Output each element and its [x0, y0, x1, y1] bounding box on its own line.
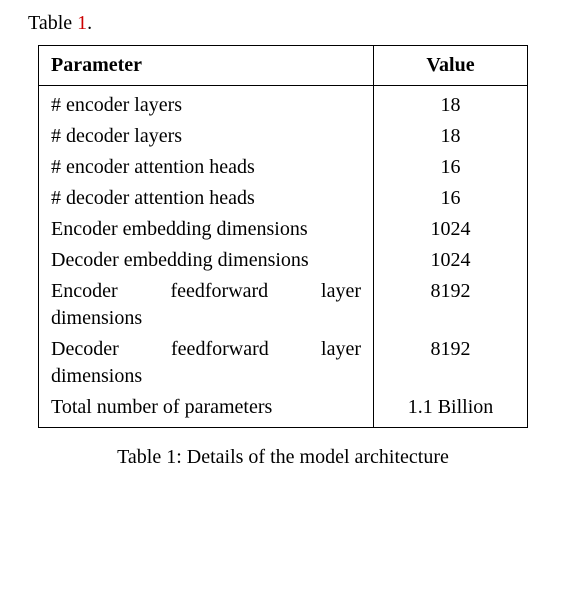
header-value: Value	[374, 46, 528, 86]
param-cell: Total number of parameters	[39, 392, 374, 428]
table-ref-number: 1	[77, 12, 87, 34]
table-row: # encoder attention heads 16	[39, 152, 528, 183]
param-cell: Decoder feedforward layer dimensions	[39, 334, 374, 392]
table-row: Decoder embedding dimen­sions 1024	[39, 245, 528, 276]
table-row: # decoder layers 18	[39, 121, 528, 152]
table-row: Decoder feedforward layer dimensions 819…	[39, 334, 528, 392]
pretext-prefix: Table	[28, 12, 77, 34]
table-reference-line: Table 1.	[28, 12, 538, 35]
param-cell: # encoder attention heads	[39, 152, 374, 183]
value-cell: 8192	[374, 334, 528, 392]
param-cell: # decoder attention heads	[39, 183, 374, 214]
value-cell: 16	[374, 152, 528, 183]
param-cell: Decoder embedding dimen­sions	[39, 245, 374, 276]
table-row: # encoder layers 18	[39, 86, 528, 122]
value-cell: 1024	[374, 245, 528, 276]
value-cell: 1024	[374, 214, 528, 245]
value-cell: 8192	[374, 276, 528, 334]
header-parameter: Parameter	[39, 46, 374, 86]
param-cell: # decoder layers	[39, 121, 374, 152]
table-row: Total number of parameters 1.1 Billion	[39, 392, 528, 428]
table-row: Encoder feedforward layer dimensions 819…	[39, 276, 528, 334]
param-cell: Encoder feedforward layer dimensions	[39, 276, 374, 334]
table-row: # decoder attention heads 16	[39, 183, 528, 214]
value-cell: 18	[374, 121, 528, 152]
pretext-suffix: .	[87, 12, 92, 34]
value-cell: 16	[374, 183, 528, 214]
value-cell: 1.1 Billion	[374, 392, 528, 428]
model-architecture-table: Parameter Value # encoder layers 18 # de…	[38, 45, 528, 428]
table-header-row: Parameter Value	[39, 46, 528, 86]
value-cell: 18	[374, 86, 528, 122]
param-cell: # encoder layers	[39, 86, 374, 122]
param-cell: Encoder embedding dimensions	[39, 214, 374, 245]
table-caption: Table 1: Details of the model architectu…	[28, 446, 538, 469]
table-row: Encoder embedding dimensions 1024	[39, 214, 528, 245]
